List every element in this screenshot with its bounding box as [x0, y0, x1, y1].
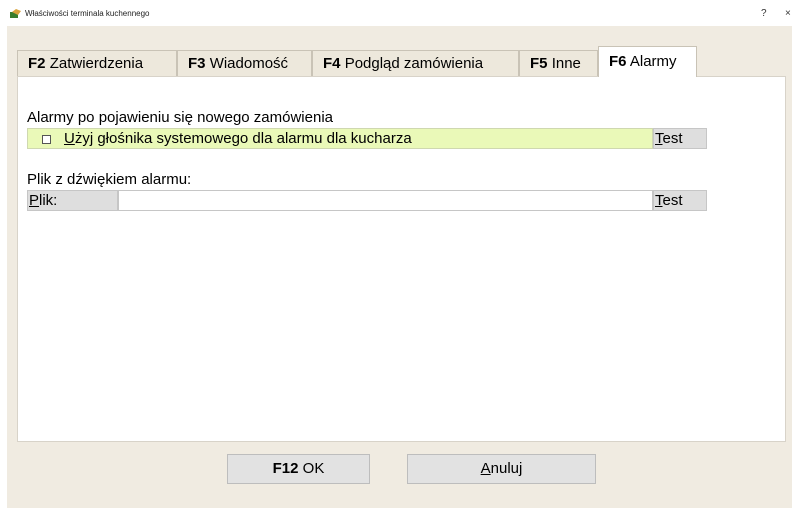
tab-message[interactable]: F3 Wiadomość	[177, 50, 312, 76]
window-title: Właściwości terminala kuchennego	[25, 9, 150, 18]
test-speaker-button[interactable]: Test	[653, 128, 707, 149]
help-icon[interactable]: ?	[761, 8, 767, 19]
alarms-panel: Alarmy po pojawieniu się nowego zamówien…	[17, 76, 786, 442]
sound-file-heading: Plik z dźwiękiem alarmu:	[27, 171, 192, 188]
tab-alarms[interactable]: F6 Alarmy	[598, 46, 697, 77]
file-label-mnemonic: P	[29, 192, 40, 209]
test-speaker-mnemonic: T	[655, 130, 663, 147]
title-bar: Właściwości terminala kuchennego ? ×	[0, 0, 792, 26]
new-order-alarm-heading: Alarmy po pojawieniu się nowego zamówien…	[27, 109, 333, 126]
tab-other[interactable]: F5 Inne	[519, 50, 598, 76]
ok-button-key: F12	[272, 460, 299, 477]
app-icon	[10, 9, 21, 18]
file-label-text: lik:	[39, 192, 58, 209]
sound-file-input[interactable]	[118, 190, 653, 211]
tab-approvals-label: Zatwierdzenia	[49, 55, 144, 72]
tab-order-preview[interactable]: F4 Podgląd zamówienia	[312, 50, 519, 76]
test-sound-file-mnemonic: T	[655, 192, 663, 209]
cancel-button-label: nuluj	[490, 460, 523, 477]
tab-order-preview-key: F4	[323, 55, 341, 72]
tab-approvals-key: F2	[28, 55, 46, 72]
ok-button-label: OK	[302, 460, 325, 477]
tab-message-key: F3	[188, 55, 206, 72]
test-speaker-label: est	[662, 130, 683, 147]
system-speaker-mnemonic: U	[64, 130, 75, 147]
tab-message-label: Wiadomość	[209, 55, 289, 72]
system-speaker-checkbox[interactable]	[42, 135, 51, 144]
cancel-button-mnemonic: A	[480, 460, 491, 477]
system-speaker-option[interactable]: Użyj głośnika systemowego dla alarmu dla…	[27, 128, 653, 149]
tab-alarms-label: Alarmy	[629, 53, 677, 70]
tab-alarms-key: F6	[609, 53, 627, 70]
dialog-body: F2 Zatwierdzenia F3 Wiadomość F4 Podgląd…	[7, 26, 792, 508]
system-speaker-label[interactable]: Użyj głośnika systemowego dla alarmu dla…	[64, 130, 412, 147]
tab-other-key: F5	[530, 55, 548, 72]
system-speaker-label-text: żyj głośnika systemowego dla alarmu dla …	[74, 130, 412, 147]
tab-order-preview-label: Podgląd zamówienia	[344, 55, 484, 72]
test-sound-file-label: est	[662, 192, 683, 209]
test-sound-file-button[interactable]: Test	[653, 190, 707, 211]
close-icon[interactable]: ×	[785, 8, 791, 19]
file-label: Plik:	[27, 190, 118, 211]
ok-button[interactable]: F12 OK	[227, 454, 370, 484]
tab-approvals[interactable]: F2 Zatwierdzenia	[17, 50, 177, 76]
tab-other-label: Inne	[551, 55, 581, 72]
cancel-button[interactable]: Anuluj	[407, 454, 596, 484]
